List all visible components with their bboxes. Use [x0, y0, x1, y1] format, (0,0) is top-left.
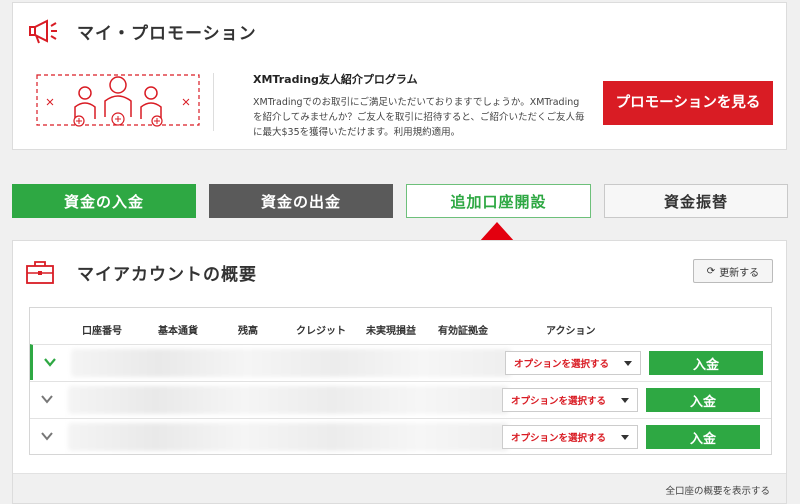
refresh-label: 更新する: [719, 267, 760, 279]
open-additional-account-button[interactable]: 追加口座開設: [406, 184, 591, 218]
accounts-table: 口座番号 基本通貨 残高 クレジット 未実現損益 有効証拠金 アクション オプシ…: [29, 307, 772, 455]
caret-down-icon: [624, 361, 632, 366]
row-deposit-button[interactable]: 入金: [646, 388, 760, 412]
option-select[interactable]: オプションを選択する: [502, 388, 638, 412]
chevron-down-icon[interactable]: [40, 429, 54, 443]
deposit-funds-button[interactable]: 資金の入金: [12, 184, 196, 218]
option-select-label: オプションを選択する: [511, 433, 607, 444]
promotion-divider: [213, 73, 214, 131]
view-promotion-button[interactable]: プロモーションを見る: [603, 81, 773, 125]
column-header: アクション: [546, 326, 596, 337]
option-select[interactable]: オプションを選択する: [505, 351, 641, 375]
caret-down-icon: [621, 435, 629, 440]
promotion-panel: マイ・プロモーション XMTrading友人紹介プログラム XMTradingで…: [12, 2, 787, 150]
promotion-description: XMTradingでのお取引にご満足いただいておりますでしょうか。XMTradi…: [253, 97, 585, 138]
withdraw-funds-button[interactable]: 資金の出金: [209, 184, 393, 218]
refresh-button[interactable]: ⟳ 更新する: [693, 259, 773, 283]
referral-illustration-icon: [36, 74, 200, 127]
table-row[interactable]: オプションを選択する 入金: [30, 344, 771, 380]
chevron-down-icon[interactable]: [43, 355, 57, 369]
view-all-accounts-link[interactable]: 全口座の概要を表示する: [665, 483, 770, 497]
account-overview-title: マイアカウントの概要: [77, 264, 257, 285]
column-header: 残高: [238, 326, 258, 337]
row-deposit-button[interactable]: 入金: [646, 425, 760, 449]
column-header: クレジット: [296, 326, 346, 337]
briefcase-icon: [26, 261, 54, 284]
column-header: 基本通貨: [158, 326, 198, 337]
promotion-program-title: XMTrading友人紹介プログラム: [253, 73, 418, 86]
megaphone-icon: [29, 19, 57, 44]
chevron-down-icon[interactable]: [40, 392, 54, 406]
column-header: 未実現損益: [366, 326, 416, 337]
promotion-title: マイ・プロモーション: [77, 23, 257, 44]
option-select-label: オプションを選択する: [511, 396, 607, 407]
option-select-label: オプションを選択する: [514, 359, 610, 370]
table-row[interactable]: オプションを選択する 入金: [30, 418, 771, 454]
refresh-icon: ⟳: [706, 265, 716, 277]
transfer-funds-button[interactable]: 資金振替: [604, 184, 788, 218]
promotion-header: マイ・プロモーション: [27, 17, 257, 45]
redacted-account-details: [68, 386, 508, 414]
column-header: 有効証拠金: [438, 326, 488, 337]
caret-down-icon: [621, 398, 629, 403]
account-overview-footer: 全口座の概要を表示する: [13, 473, 786, 503]
redacted-account-details: [71, 349, 511, 377]
account-overview-header: マイアカウントの概要: [25, 259, 257, 285]
option-select[interactable]: オプションを選択する: [502, 425, 638, 449]
account-overview-panel: マイアカウントの概要 ⟳ 更新する 口座番号 基本通貨 残高 クレジット 未実現…: [12, 240, 787, 504]
table-row[interactable]: オプションを選択する 入金: [30, 381, 771, 417]
row-deposit-button[interactable]: 入金: [649, 351, 763, 375]
column-header: 口座番号: [82, 326, 122, 337]
redacted-account-details: [68, 423, 508, 451]
